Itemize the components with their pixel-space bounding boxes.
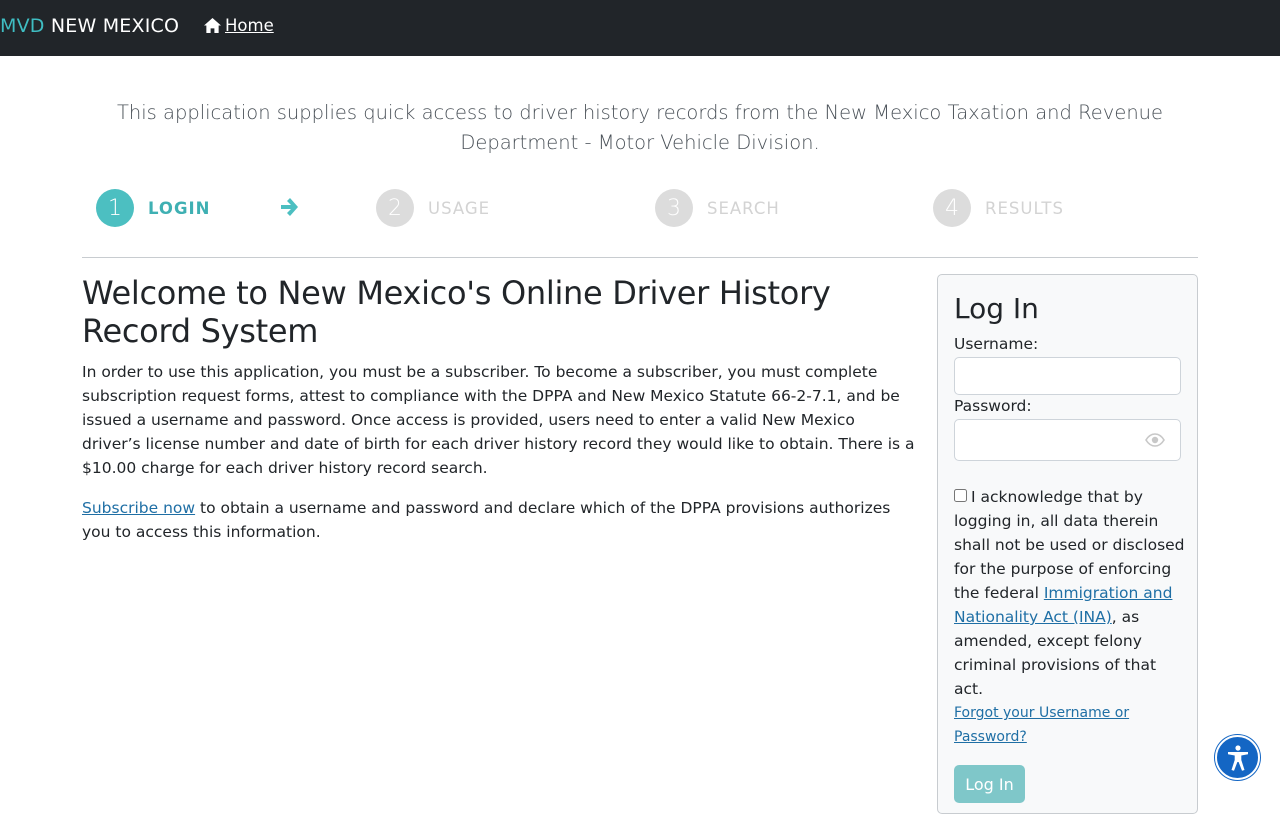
password-input[interactable] — [954, 419, 1181, 461]
subscribe-text: to obtain a username and password and de… — [82, 499, 891, 541]
section-divider — [82, 257, 1198, 258]
step-login: 1 LOGIN — [96, 188, 210, 228]
description-text: In order to use this application, you mu… — [82, 363, 915, 477]
page-title: Welcome to New Mexico's Online Driver Hi… — [82, 274, 831, 350]
eye-icon[interactable] — [1145, 430, 1165, 450]
brand-prefix: MVD — [0, 15, 45, 37]
login-title: Log In — [954, 292, 1039, 325]
accessibility-button[interactable] — [1215, 735, 1260, 780]
step-label: RESULTS — [985, 198, 1064, 218]
login-card: Log In Username: Password: I acknowledge… — [937, 274, 1198, 814]
brand-logo[interactable]: MVD NEW MEXICO — [0, 15, 179, 37]
accessibility-icon — [1227, 744, 1248, 771]
intro-text: This application supplies quick access t… — [116, 101, 1164, 154]
step-number: 2 — [376, 189, 414, 227]
username-label: Username: — [954, 335, 1039, 353]
step-results: 4 RESULTS — [933, 188, 1064, 228]
step-label: SEARCH — [707, 198, 780, 218]
username-input[interactable] — [954, 357, 1181, 395]
home-icon — [204, 17, 221, 34]
arrow-right-icon — [281, 198, 298, 216]
step-number: 4 — [933, 189, 971, 227]
home-link[interactable]: Home — [203, 16, 274, 35]
step-label: LOGIN — [148, 198, 211, 218]
acknowledge-text: I acknowledge that by logging in, all da… — [954, 485, 1186, 701]
step-search: 3 SEARCH — [655, 188, 780, 228]
forgot-credentials-link[interactable]: Forgot your Username or Password? — [954, 701, 1154, 749]
top-navbar: MVD NEW MEXICO Home — [0, 0, 1280, 56]
progress-stepper: 1 LOGIN 2 USAGE 3 SEARCH 4 RESULTS — [0, 188, 1280, 228]
step-number: 3 — [655, 189, 693, 227]
password-label: Password: — [954, 397, 1032, 415]
home-link-label: Home — [225, 16, 274, 35]
subscribe-paragraph: Subscribe now to obtain a username and p… — [82, 496, 916, 544]
login-button[interactable]: Log In — [954, 765, 1025, 803]
main-content: Welcome to New Mexico's Online Driver Hi… — [82, 274, 916, 544]
brand-suffix: NEW MEXICO — [50, 15, 180, 37]
step-label: USAGE — [428, 198, 491, 218]
step-usage: 2 USAGE — [376, 188, 490, 228]
subscribe-link[interactable]: Subscribe now — [82, 499, 195, 517]
step-number: 1 — [96, 189, 134, 227]
